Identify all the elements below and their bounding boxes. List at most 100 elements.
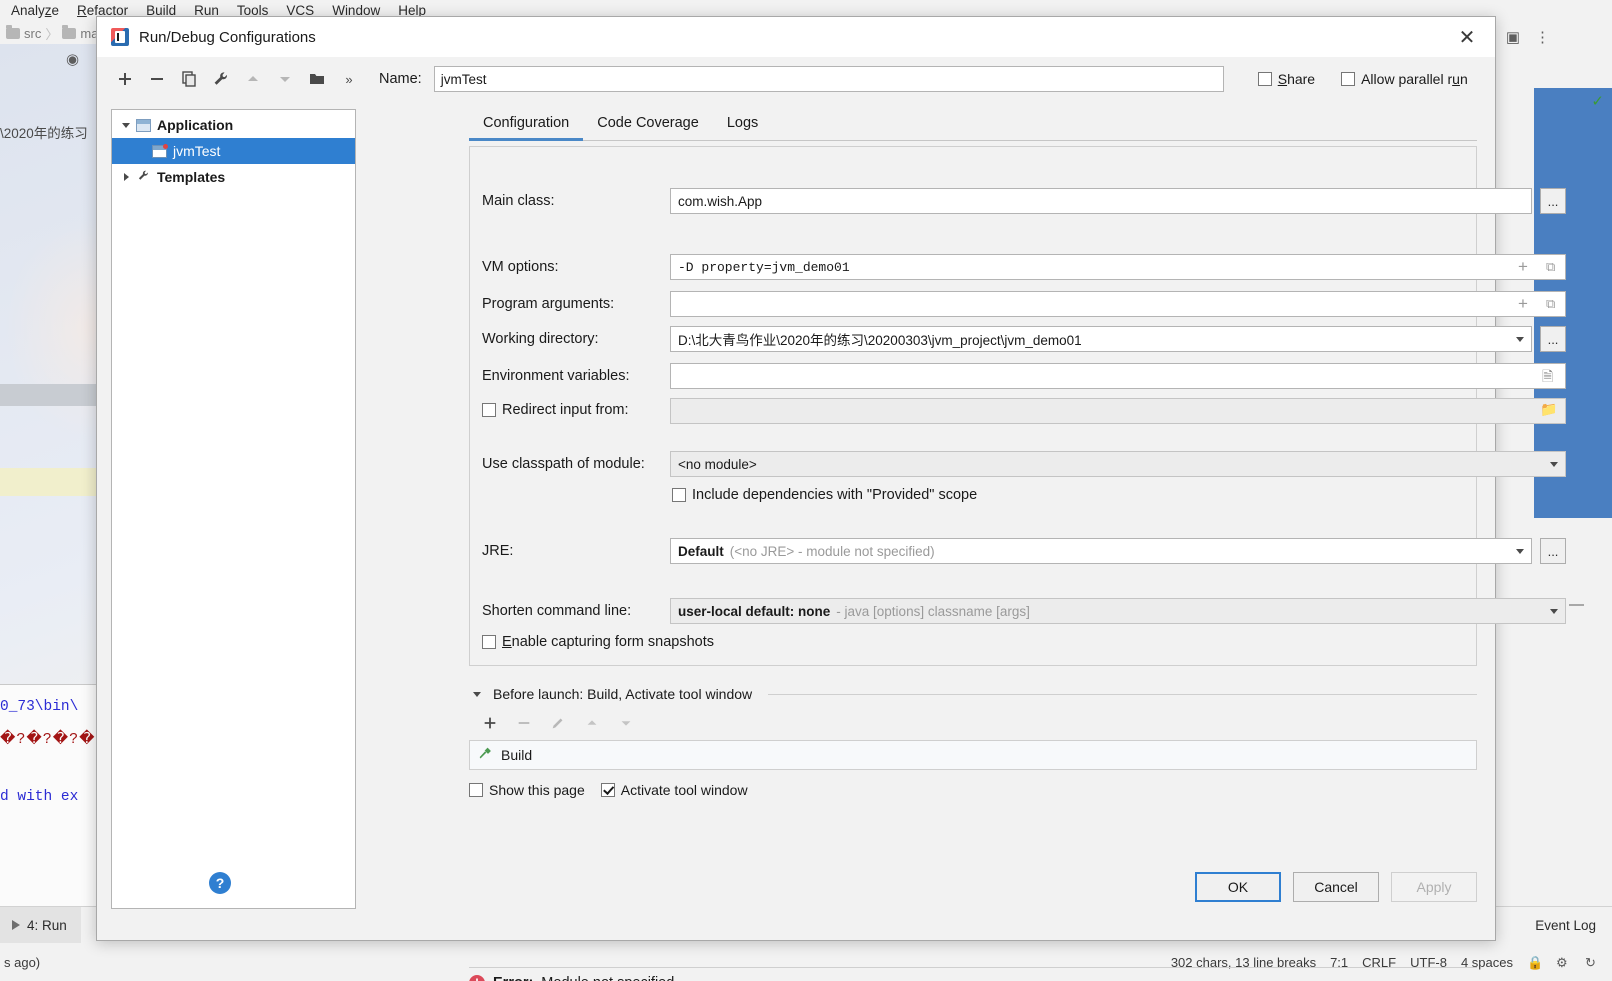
shorten-command-line-hint: - java [options] classname [args] (836, 603, 1030, 619)
jre-value: Default (678, 543, 724, 559)
ok-button[interactable]: OK (1195, 872, 1281, 902)
form-snapshots-label: Enable capturing form snapshots (502, 634, 714, 650)
show-this-page-checkbox-row[interactable]: Show this page (469, 782, 585, 798)
tree-node-jvmtest[interactable]: jvmTest (112, 138, 355, 164)
minimize-icon[interactable]: — (1569, 596, 1584, 613)
cancel-button[interactable]: Cancel (1293, 872, 1379, 902)
add-configuration-button[interactable] (109, 63, 141, 95)
allow-parallel-run-checkbox[interactable] (1341, 72, 1356, 86)
include-dependencies-checkbox-row[interactable]: Include dependencies with "Provided" sco… (672, 487, 977, 503)
help-button[interactable]: ? (209, 872, 231, 894)
vm-options-expand-icon[interactable]: ⧉ (1546, 260, 1555, 273)
activate-tool-window-checkbox-row[interactable]: Activate tool window (600, 782, 748, 798)
before-launch-header[interactable]: Before launch: Build, Activate tool wind… (469, 686, 1477, 702)
share-checkbox-row[interactable]: Share (1257, 71, 1316, 87)
redirect-input-checkbox-row[interactable]: Redirect input from: (482, 402, 629, 418)
chevron-down-icon[interactable] (1516, 337, 1524, 342)
edit-templates-wrench-icon[interactable] (205, 63, 237, 95)
before-launch-add-button[interactable] (475, 710, 505, 736)
include-dependencies-label: Include dependencies with "Provided" sco… (692, 487, 978, 503)
program-arguments-add-icon[interactable]: + (1518, 295, 1528, 312)
remove-configuration-button[interactable] (141, 63, 173, 95)
chevron-right-icon: 〉 (45, 26, 59, 42)
redirect-input-path (670, 398, 1566, 424)
run-config-icon[interactable]: ▣ (1506, 28, 1520, 46)
more-icon[interactable]: ⋮ (1535, 28, 1550, 46)
jre-value-hint: (<no JRE> - module not specified) (729, 543, 935, 559)
target-icon[interactable]: ◉ (66, 50, 79, 68)
vm-options-input[interactable]: -D property=jvm_demo01 (670, 254, 1566, 280)
chevron-down-icon[interactable] (1516, 549, 1524, 554)
redirect-input-checkbox[interactable] (482, 403, 496, 417)
inspector-icon[interactable]: ⚙ (1556, 955, 1571, 970)
main-class-browse-button[interactable]: ... (1540, 188, 1566, 214)
shorten-command-line-label: Shorten command line: (482, 603, 632, 619)
form-snapshots-checkbox-row[interactable]: Enable capturing form snapshots (482, 634, 714, 650)
vm-options-add-icon[interactable]: + (1518, 258, 1528, 275)
error-message-row: ! Error: Module not specified (469, 975, 674, 981)
before-launch-remove-button[interactable] (509, 710, 539, 736)
before-launch-list-item-build[interactable]: Build (469, 740, 1477, 770)
tree-node-label: Templates (157, 169, 226, 185)
classpath-module-combobox[interactable]: <no module> (670, 451, 1566, 477)
share-checkbox[interactable] (1257, 72, 1272, 86)
share-label: Share (1277, 71, 1316, 87)
name-input[interactable]: jvmTest (433, 66, 1224, 92)
allow-parallel-run-checkbox-row[interactable]: Allow parallel run (1341, 71, 1468, 87)
run-debug-configurations-dialog: Run/Debug Configurations ✕ » Name: jvmTe… (96, 16, 1566, 981)
activate-tool-window-label: Activate tool window (620, 782, 748, 798)
chevron-down-icon[interactable] (469, 686, 485, 702)
tool-window-tab-event-log[interactable]: Event Log (1519, 918, 1612, 933)
working-directory-input[interactable]: D:\北大青鸟作业\2020年的练习\20200303\jvm_project\… (670, 326, 1532, 352)
error-prefix: Error: (493, 975, 533, 981)
form-snapshots-checkbox[interactable] (482, 635, 496, 649)
program-arguments-expand-icon[interactable]: ⧉ (1546, 297, 1555, 310)
environment-variables-label: Environment variables: (482, 368, 630, 384)
chevron-down-icon[interactable] (1550, 462, 1558, 467)
jre-browse-button[interactable]: ... (1540, 538, 1566, 564)
move-up-icon[interactable] (237, 63, 269, 95)
show-this-page-checkbox[interactable] (469, 783, 483, 797)
breadcrumb-item-src[interactable]: src (24, 26, 41, 41)
chevron-down-icon[interactable] (1550, 609, 1558, 614)
program-arguments-input[interactable] (670, 291, 1566, 317)
menu-item-analyze[interactable]: Analyze (2, 3, 68, 18)
main-class-input[interactable]: com.wish.App (670, 188, 1532, 214)
tree-node-label: jvmTest (173, 143, 221, 159)
move-down-icon[interactable] (269, 63, 301, 95)
environment-variables-editor-icon[interactable]: 🗎 (1542, 366, 1553, 390)
check-icon: ✓ (1591, 93, 1604, 110)
tree-node-templates[interactable]: Templates (112, 164, 355, 190)
chevron-down-icon[interactable] (118, 117, 134, 133)
copy-configuration-icon[interactable] (173, 63, 205, 95)
close-icon[interactable]: ✕ (1439, 17, 1495, 57)
tree-node-application[interactable]: Application (112, 112, 355, 138)
activate-tool-window-checkbox[interactable] (600, 783, 615, 797)
new-folder-icon[interactable] (301, 63, 333, 95)
dialog-toolbar: » Name: jvmTest Share Allow parallel run (97, 57, 1495, 101)
screen-root: Analyze Refactor Build Run Tools VCS Win… (0, 0, 1612, 981)
tool-window-tab-run[interactable]: 4: Run (0, 906, 81, 944)
tab-configuration[interactable]: Configuration (469, 115, 584, 141)
sync-icon[interactable]: ↻ (1585, 955, 1600, 970)
vm-options-label: VM options: (482, 259, 559, 275)
before-launch-edit-icon[interactable] (543, 710, 573, 736)
name-label: Name: (379, 71, 422, 87)
before-launch-item-label: Build (501, 747, 533, 763)
before-launch-move-down-icon[interactable] (611, 710, 641, 736)
tab-logs[interactable]: Logs (713, 115, 772, 140)
tab-code-coverage[interactable]: Code Coverage (583, 115, 713, 140)
lock-icon[interactable]: 🔒 (1527, 955, 1543, 970)
more-options-icon[interactable]: » (333, 63, 365, 95)
jre-combobox[interactable]: Default (<no JRE> - module not specified… (670, 538, 1532, 564)
before-launch-move-up-icon[interactable] (577, 710, 607, 736)
configurations-tree: Application jvmTest Templates (111, 109, 356, 909)
shorten-command-line-combobox[interactable]: user-local default: none - java [options… (670, 598, 1566, 624)
working-directory-browse-button[interactable]: ... (1540, 326, 1566, 352)
include-dependencies-checkbox[interactable] (672, 488, 686, 502)
chevron-right-icon[interactable] (118, 169, 134, 185)
intellij-icon (111, 28, 129, 46)
environment-variables-input[interactable] (670, 363, 1566, 389)
allow-parallel-run-label: Allow parallel run (1361, 71, 1468, 87)
